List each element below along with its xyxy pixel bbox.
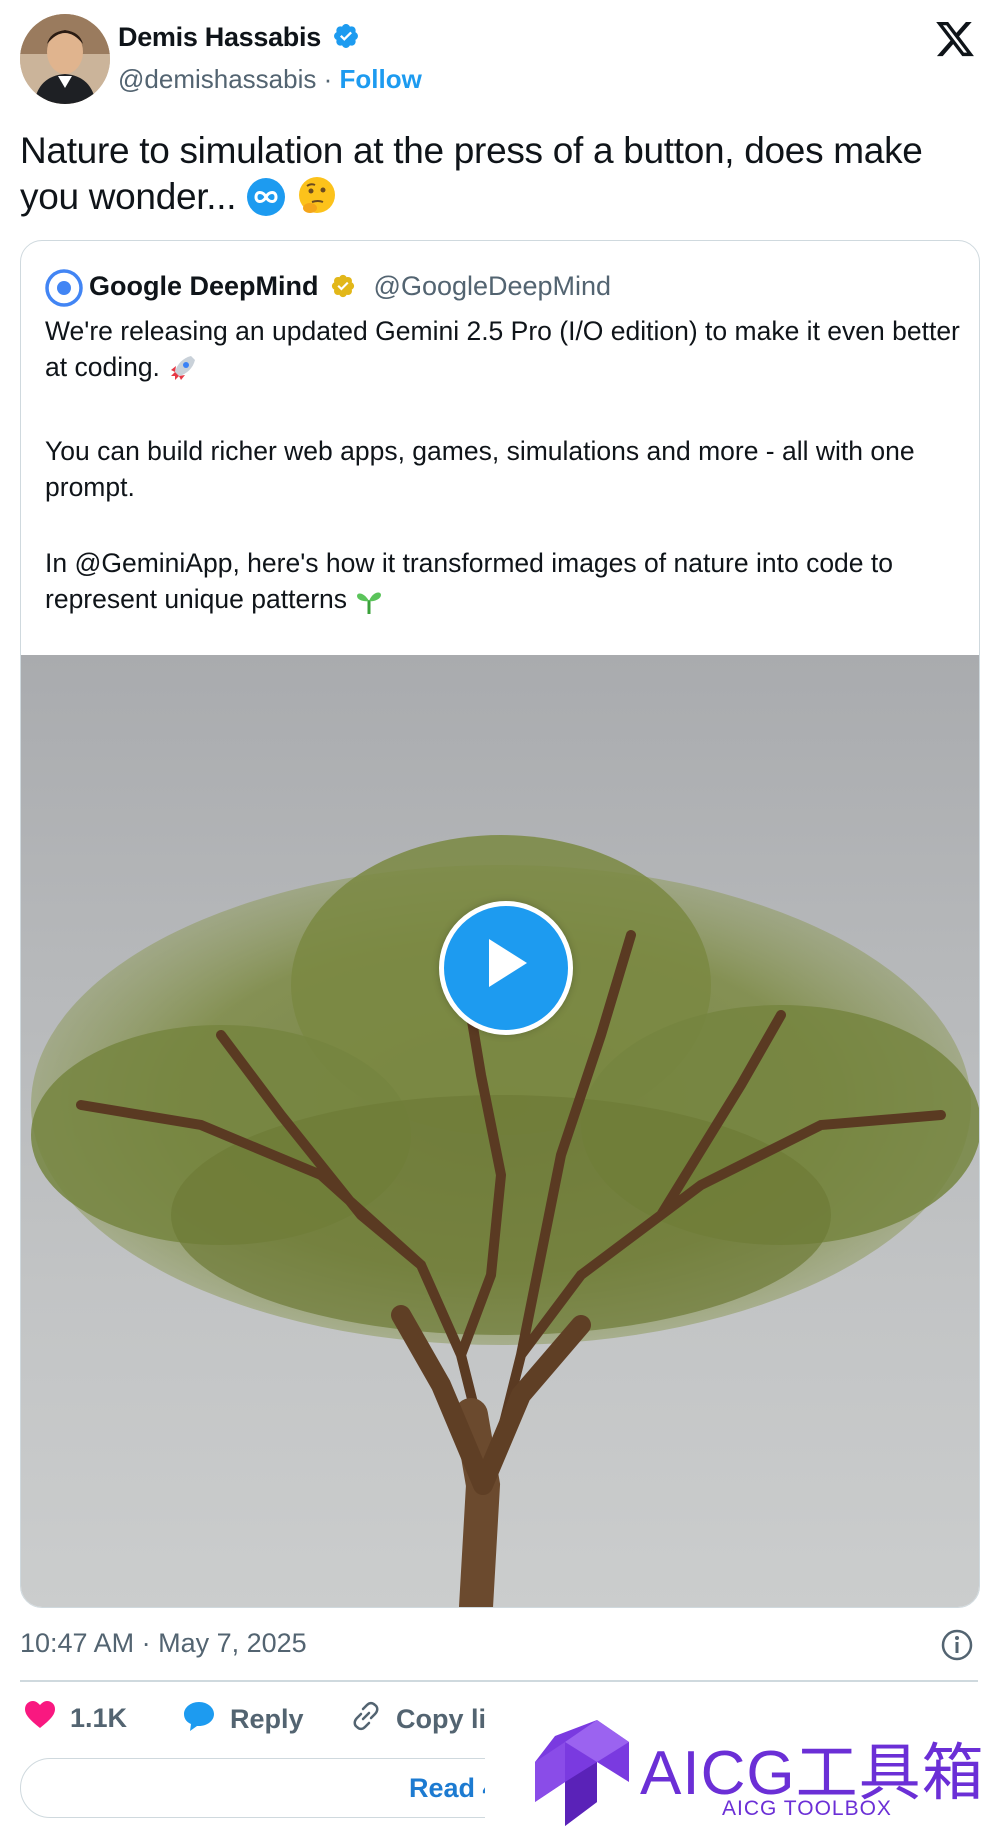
quoted-paragraph: We're releasing an updated Gemini 2.5 Pr… <box>45 313 965 393</box>
like-button[interactable]: 1.1K <box>24 1700 127 1737</box>
thinking-face-emoji <box>296 175 338 228</box>
author-name[interactable]: Demis Hassabis <box>118 22 321 52</box>
tweet-timestamp[interactable]: 10:47 AM · May 7, 2025 <box>20 1628 307 1659</box>
verified-badge-icon <box>332 22 360 57</box>
x-logo-icon[interactable] <box>934 18 976 60</box>
author-handle[interactable]: @demishassabis <box>118 64 316 94</box>
reply-button[interactable]: Reply <box>182 1700 304 1739</box>
tree-against-sky-image <box>31 835 979 1607</box>
divider <box>20 1680 978 1682</box>
heart-icon <box>24 1700 56 1737</box>
quoted-paragraph: You can build richer web apps, games, si… <box>45 433 965 505</box>
quoted-tweet-body: We're releasing an updated Gemini 2.5 Pr… <box>45 313 965 665</box>
copy-link-button[interactable]: Copy li <box>350 1700 486 1739</box>
link-icon <box>350 1700 382 1739</box>
infinity-emoji <box>246 177 286 228</box>
rocket-emoji <box>167 352 199 393</box>
gold-verified-badge-icon <box>330 273 356 306</box>
quoted-author-name[interactable]: Google DeepMind <box>89 271 319 301</box>
quoted-tweet-card[interactable]: Google DeepMind @GoogleDeepMind We're re… <box>20 240 980 1608</box>
seedling-emoji <box>354 586 384 625</box>
video-player[interactable] <box>21 655 979 1607</box>
follow-button[interactable]: Follow <box>339 64 421 94</box>
copy-link-label: Copy li <box>396 1704 487 1734</box>
author-handle-row: @demishassabis · Follow <box>118 64 422 95</box>
quoted-paragraph-text: In @GeminiApp, here's how it transformed… <box>45 548 893 614</box>
quoted-author-handle[interactable]: @GoogleDeepMind <box>374 271 612 301</box>
reply-label: Reply <box>230 1704 304 1734</box>
tweet-text: Nature to simulation at the press of a b… <box>20 128 980 228</box>
tweet-body: Nature to simulation at the press of a b… <box>20 130 923 217</box>
quoted-paragraph-text: You can build richer web apps, games, si… <box>45 436 915 502</box>
deepmind-logo-icon[interactable] <box>45 269 83 307</box>
author-avatar[interactable] <box>20 14 110 104</box>
reply-bubble-icon <box>182 1700 216 1739</box>
aicg-logo-icon <box>525 1718 635 1833</box>
play-icon[interactable] <box>439 901 573 1035</box>
author-name-row[interactable]: Demis Hassabis <box>118 22 360 57</box>
watermark-subtitle: AICG TOOLBOX <box>722 1797 892 1820</box>
info-icon[interactable] <box>940 1628 974 1662</box>
quoted-paragraph: In @GeminiApp, here's how it transformed… <box>45 545 965 625</box>
like-count: 1.1K <box>70 1703 128 1733</box>
handle-separator: · <box>316 64 340 94</box>
quoted-author-row: Google DeepMind @GoogleDeepMind <box>89 271 611 306</box>
